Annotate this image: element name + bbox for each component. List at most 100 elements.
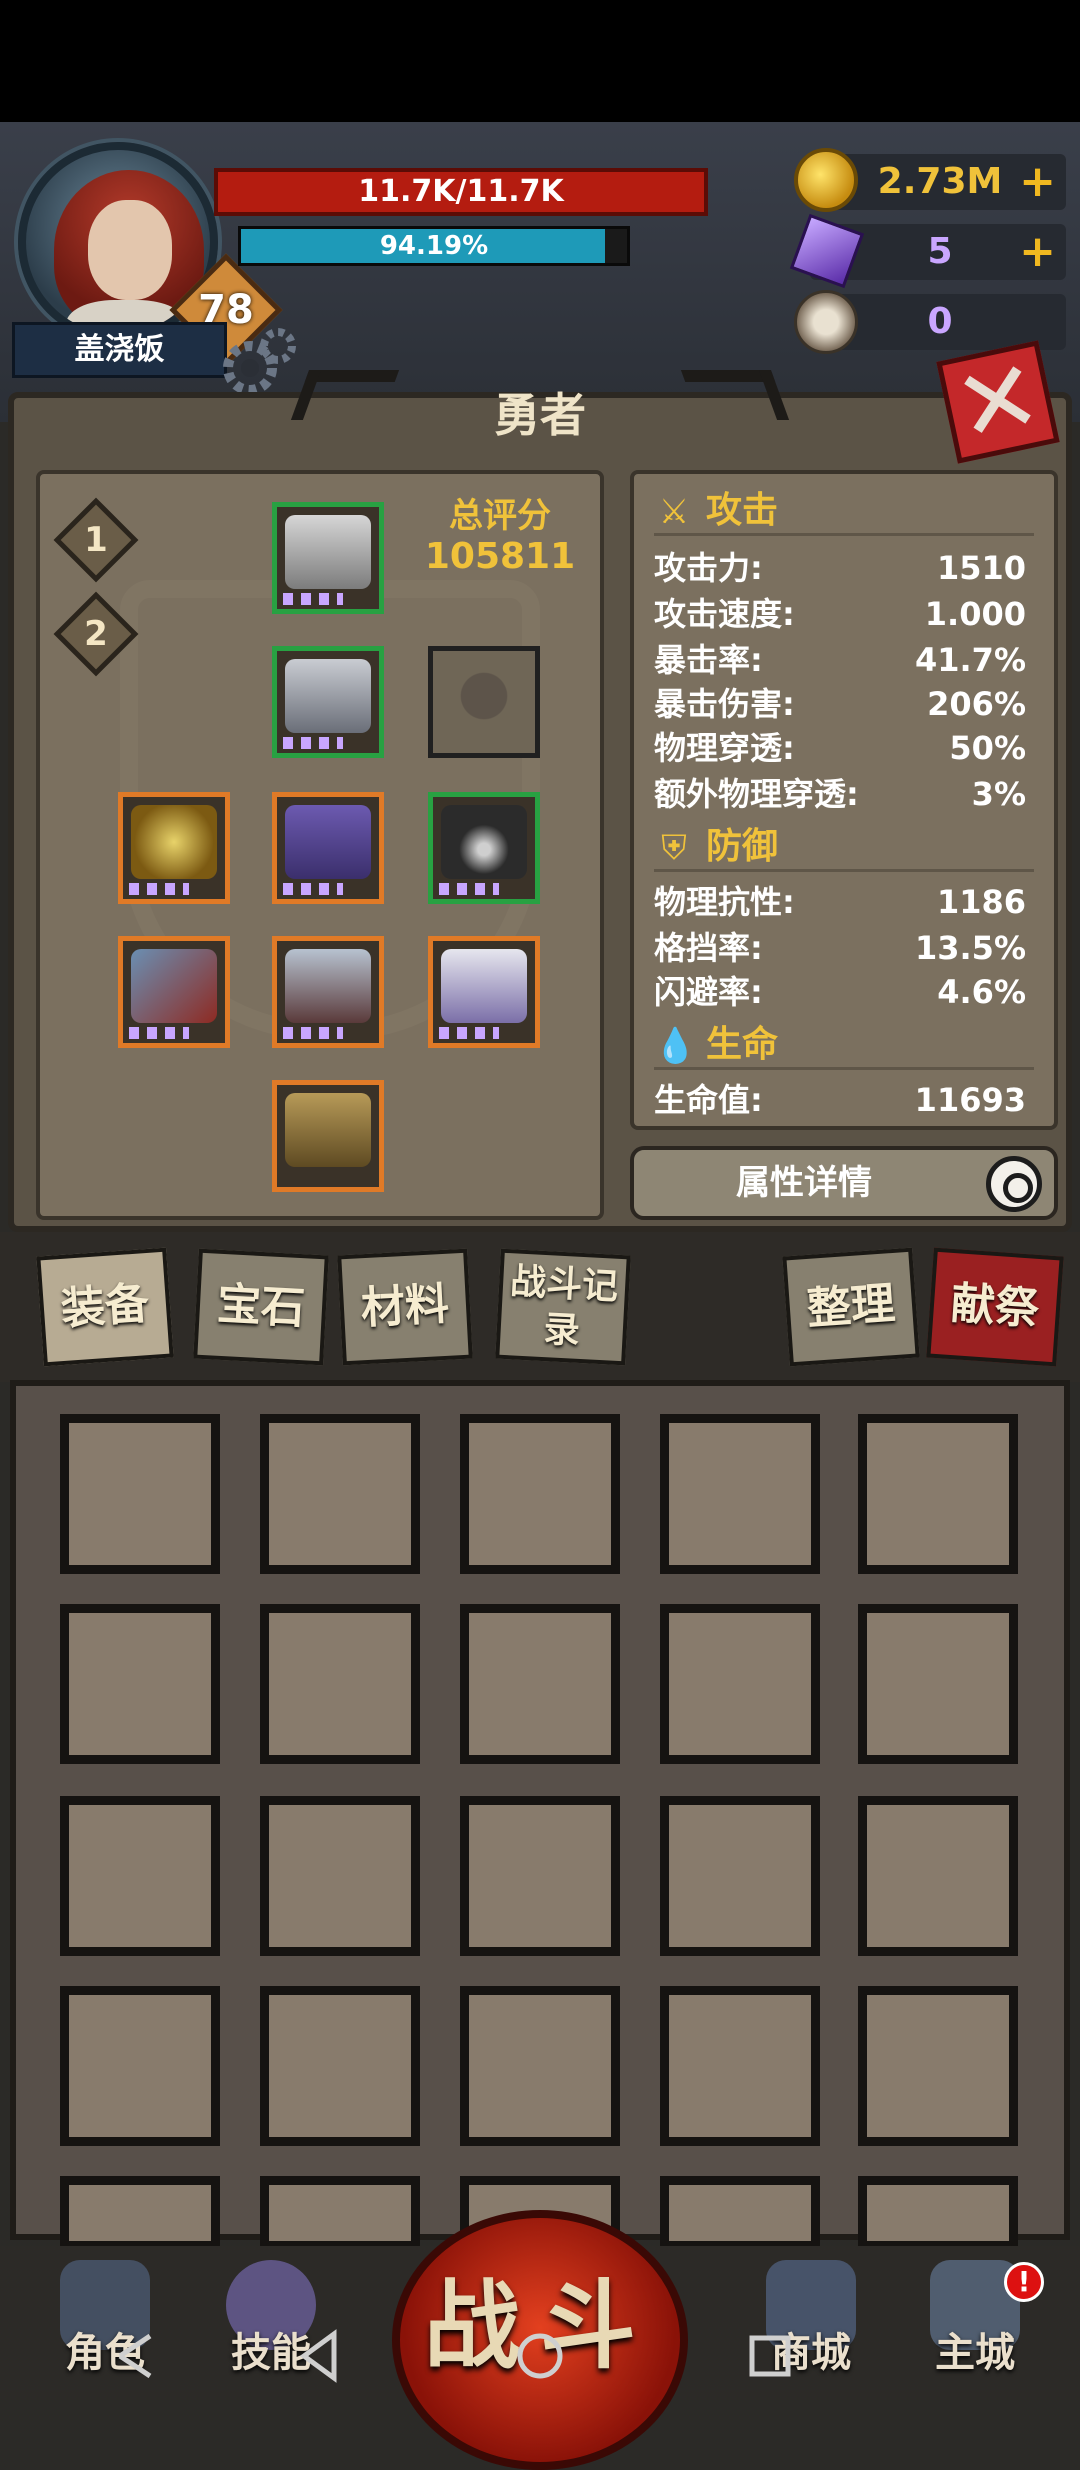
inventory-slot[interactable] [858,1986,1018,2146]
helmet-icon [285,515,371,589]
stat-key: 格挡率: [654,929,763,967]
armor-slot[interactable] [272,646,384,758]
gloves-slot[interactable] [272,936,384,1048]
inventory-slot[interactable] [858,1414,1018,1574]
inventory-slot[interactable] [660,2176,820,2250]
inventory-slot[interactable] [260,1414,420,1574]
ram-horn-icon [794,290,858,354]
stat-row: 额外物理穿透: 3% [654,772,1026,816]
tab-equipment[interactable]: 装备 [36,1247,174,1367]
ring-slot[interactable] [118,792,230,904]
stat-row: 格挡率: 13.5% [654,926,1026,970]
hp-text: 11.7K/11.7K [358,174,564,209]
inventory-slot[interactable] [60,1796,220,1956]
inventory-slot[interactable] [60,2176,220,2250]
loadout-2-label: 2 [84,614,108,654]
tab-materials[interactable]: 材料 [337,1248,473,1366]
coin-icon [794,148,858,212]
status-bar [0,0,1080,122]
ring-icon [131,805,217,879]
stat-row: 生命值: 11693 [654,1078,1026,1122]
tab-gems[interactable]: 宝石 [193,1248,329,1366]
attack-section-header: ⚔ 攻击 [654,486,1034,536]
belt-icon [285,805,371,879]
socket-gems [283,1027,343,1039]
armor-icon [285,659,371,733]
stat-key: 物理穿透: [654,729,795,767]
stat-row: 闪避率: 4.6% [654,970,1026,1014]
stat-row: 攻击速度: 1.000 [654,592,1026,636]
close-icon: ✕ [944,335,1052,468]
inventory-slot[interactable] [660,1604,820,1764]
inventory-slot[interactable] [60,1604,220,1764]
inventory-slot[interactable] [660,1796,820,1956]
stat-value: 1186 [936,883,1026,921]
tab-battle-log[interactable]: 战斗记录 [495,1248,631,1366]
weapon-slot[interactable] [118,936,230,1048]
tab-label: 宝石 [215,1278,307,1335]
sacrifice-button[interactable]: 献祭 [926,1247,1064,1367]
gauntlets-icon [285,949,371,1023]
boots-slot[interactable] [272,1080,384,1192]
sort-label: 整理 [805,1277,897,1336]
shoulder-slot[interactable] [428,936,540,1048]
socket-gems [129,883,189,895]
inventory-slot[interactable] [660,1414,820,1574]
stat-value: 50% [949,729,1026,767]
inventory-slot[interactable] [660,1986,820,2146]
add-gems-button[interactable]: + [1019,230,1056,274]
home-icon[interactable] [510,2326,570,2386]
socket-gems [129,1027,189,1039]
inventory-slot[interactable] [260,1796,420,1956]
inventory-slot[interactable] [460,1796,620,1956]
tab-label: 战斗记录 [509,1261,620,1352]
inventory-slot[interactable] [60,1986,220,2146]
inventory-slot[interactable] [858,2176,1018,2250]
socket-gems [439,883,499,895]
attribute-details-button[interactable]: 属性详情 [630,1146,1058,1220]
inventory-slot[interactable] [260,1986,420,2146]
add-gold-button[interactable]: + [1019,160,1056,204]
inventory-slot[interactable] [260,1604,420,1764]
stat-value: 1.000 [924,595,1026,633]
inventory-slot[interactable] [858,1604,1018,1764]
overview-icon[interactable] [740,2326,800,2386]
nav-main-city-label: 主城 [935,2330,1015,2376]
axe-icon [131,949,217,1023]
player-name-tag: 盖浇饭 [12,322,227,378]
sort-button[interactable]: 整理 [782,1247,920,1367]
life-header: 生命 [706,1024,779,1065]
inventory-slot[interactable] [460,1604,620,1764]
stat-key: 攻击力: [654,549,763,587]
stat-key: 额外物理穿透: [654,775,859,813]
inventory-slot[interactable] [60,1414,220,1574]
stat-key: 生命值: [654,1081,763,1119]
inventory-slot[interactable] [460,1986,620,2146]
attack-header: 攻击 [706,490,779,531]
close-button[interactable]: ✕ [936,335,1060,468]
stat-row: 物理抗性: 1186 [654,880,1026,924]
back-icon[interactable] [290,2326,350,2386]
socket-gems [283,737,343,749]
sacrifice-label: 献祭 [949,1277,1041,1336]
necklace-icon [441,805,527,879]
stat-row: 物理穿透: 50% [654,726,1026,770]
stat-key: 暴击率: [654,641,763,679]
inventory-slot[interactable] [460,1414,620,1574]
necklace-slot[interactable] [428,792,540,904]
xp-text: 94.19% [379,231,489,261]
inventory-slot[interactable] [858,1796,1018,1956]
stat-key: 暴击伤害: [654,685,795,723]
empty-slot[interactable] [428,646,540,758]
winged-pauldron-icon [441,949,527,1023]
xp-bar: 94.19% [238,226,630,266]
notification-badge: ! [1004,2262,1044,2302]
belt-slot[interactable] [272,792,384,904]
tab-label: 装备 [59,1277,151,1336]
socket-gems [283,883,343,895]
stat-value: 3% [971,775,1026,813]
inventory-slot[interactable] [260,2176,420,2250]
nav-recent-icon[interactable] [110,2326,170,2386]
attribute-details-label: 属性详情 [736,1163,872,1203]
helmet-slot[interactable] [272,502,384,614]
